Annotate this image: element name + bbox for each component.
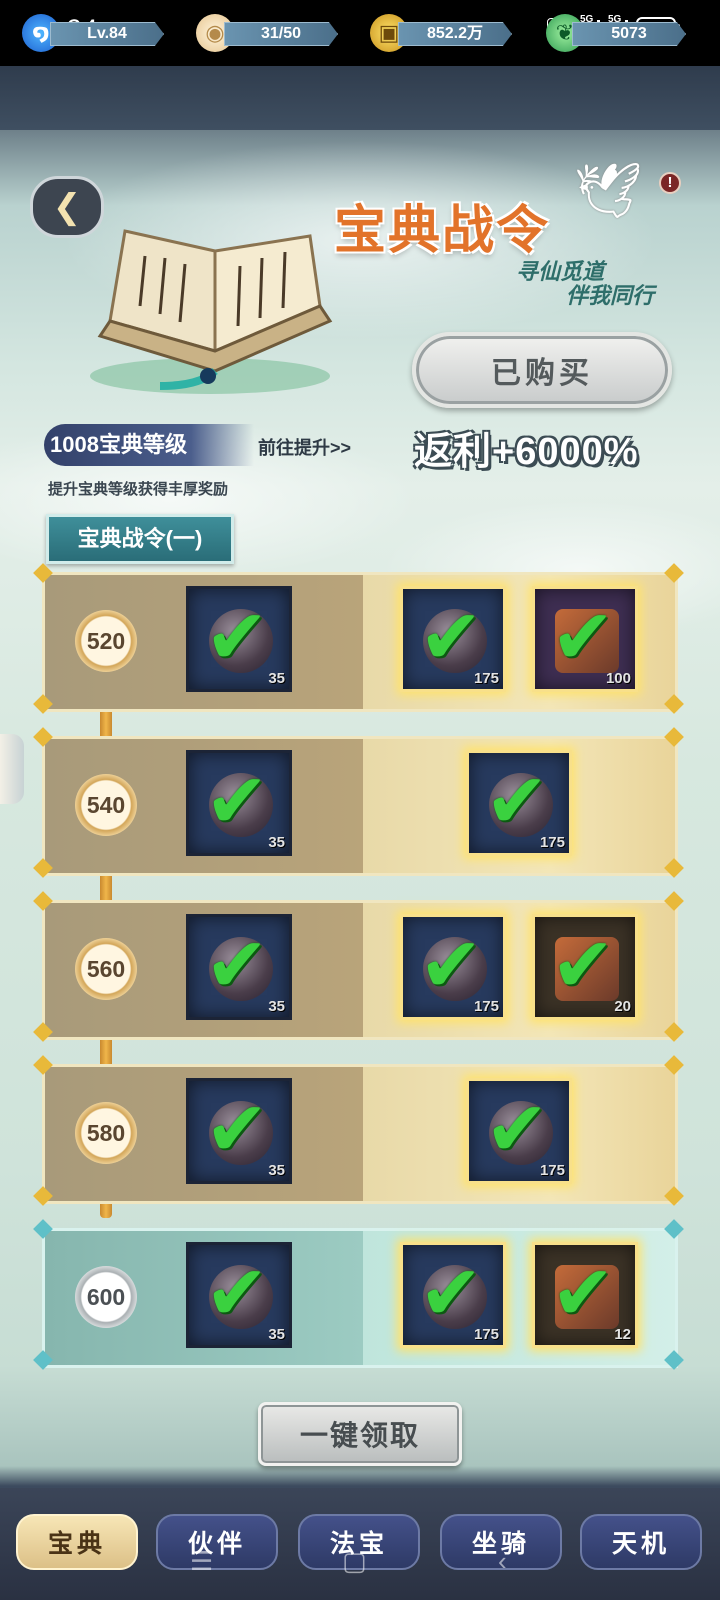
item-count: 35 [268,834,285,851]
level-badge: 540 [75,774,137,836]
item-count: 175 [473,998,499,1015]
bottom-nav: 宝典 伙伴 法宝 坐骑 天机 [0,1488,720,1600]
reward-item-paper[interactable]: ✔ 12 [532,1242,638,1348]
nav-tab-codex[interactable]: 宝典 [16,1514,138,1570]
level-badge: 580 [75,1102,137,1164]
claimed-check-icon: ✔ [205,1087,269,1172]
item-count: 175 [473,1326,499,1343]
claim-all-button[interactable]: 一键领取 [258,1402,462,1466]
claimed-check-icon: ✔ [419,595,483,680]
claimed-check-icon: ✔ [551,923,615,1008]
nav-tab-fate[interactable]: 天机 [580,1514,702,1570]
claimed-check-icon: ✔ [205,1251,269,1336]
item-count: 175 [539,834,565,851]
nav-tab-partner[interactable]: 伙伴 [156,1514,278,1570]
item-count: 175 [473,670,499,687]
item-count: 35 [268,998,285,1015]
reward-item-chest[interactable]: ✔ 100 [532,586,638,692]
menu-icon[interactable]: ☰ [190,1546,213,1577]
claimed-check-icon: ✔ [205,923,269,1008]
claimed-check-icon: ✔ [205,595,269,680]
home-icon[interactable]: ▢ [342,1546,367,1577]
claimed-check-icon: ✔ [551,1251,615,1336]
back-nav-icon[interactable]: ‹ [498,1546,507,1577]
claimed-check-icon: ✔ [205,759,269,844]
item-count: 35 [268,1326,285,1343]
reward-item-orb[interactable]: ✔ 35 [186,1242,292,1348]
claimed-check-icon: ✔ [485,1087,549,1172]
reward-row [33,1055,684,1206]
level-badge: 560 [75,938,137,1000]
item-count: 100 [605,670,631,687]
reward-item-orb[interactable]: ✔ 35 [186,1078,292,1184]
level-badge: 520 [75,610,137,672]
reward-item-scroll[interactable]: ✔ 20 [532,914,638,1020]
reward-list: 520 ✔ 35 ✔ 175 ✔ 100 540 ✔ 35 ✔ 175 560 ✔ 35 ✔ 175 ✔ 20 580… [0,0,720,1600]
claimed-check-icon: ✔ [551,595,615,680]
item-count: 35 [268,1162,285,1179]
claimed-check-icon: ✔ [419,923,483,1008]
item-count: 20 [614,998,631,1015]
reward-item-orb[interactable]: ✔ 175 [400,1242,506,1348]
reward-item-orb[interactable]: ✔ 175 [400,586,506,692]
reward-item-orb[interactable]: ✔ 35 [186,586,292,692]
reward-item-orb[interactable]: ✔ 175 [400,914,506,1020]
reward-item-orb[interactable]: ✔ 175 [466,1078,572,1184]
item-count: 175 [539,1162,565,1179]
reward-item-orb[interactable]: ✔ 175 [466,750,572,856]
item-count: 35 [268,670,285,687]
reward-row [33,727,684,878]
game-screen: 9:24 HD 5G 5G 65 ໑ Lv.84 ◉ 31/50 ▣ 852.2… [0,0,720,1600]
claimed-check-icon: ✔ [419,1251,483,1336]
reward-item-orb[interactable]: ✔ 35 [186,914,292,1020]
level-badge: 600 [75,1266,137,1328]
claimed-check-icon: ✔ [485,759,549,844]
item-count: 12 [614,1326,631,1343]
reward-item-orb[interactable]: ✔ 35 [186,750,292,856]
